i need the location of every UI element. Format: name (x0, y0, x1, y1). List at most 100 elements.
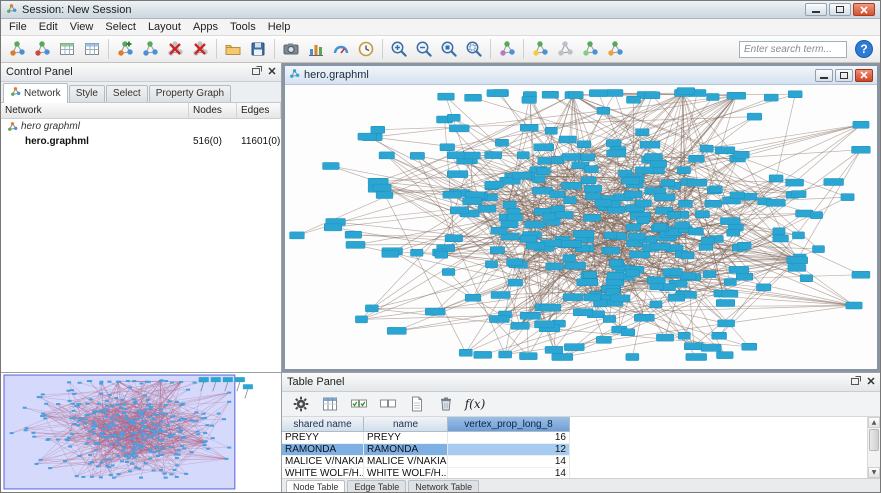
table-scrollbar[interactable]: ▲ ▼ (867, 417, 880, 478)
table-row-malice-v-nakia[interactable]: MALICE V/NAKIA MALICE V/NAKIA 14 (282, 456, 880, 468)
destroy-network-button[interactable] (163, 37, 187, 61)
zoom-fit-content-button[interactable] (462, 37, 486, 61)
network-window: hero.graphml (284, 65, 878, 370)
column-header-nodes[interactable]: Nodes (189, 103, 237, 118)
maximize-icon (836, 6, 844, 13)
table-row-ramonda[interactable]: RAMONDA RAMONDA 12 (282, 444, 880, 456)
tab-edge-table[interactable]: Edge Table (347, 480, 407, 492)
close-panel-button[interactable] (867, 376, 875, 388)
column-header-network[interactable]: Network (1, 103, 189, 118)
open-session-button[interactable] (221, 37, 245, 61)
nodes-count-cell: 516(0) (193, 136, 222, 147)
first-neighbors-button[interactable] (528, 37, 552, 61)
value-cell: 12 (448, 444, 570, 456)
tab-property-graph[interactable]: Property Graph (148, 85, 232, 102)
window-titlebar[interactable]: Session: New Session (1, 1, 880, 19)
destroy-view-button[interactable] (188, 37, 212, 61)
timer-button[interactable] (354, 37, 378, 61)
menu-layout[interactable]: Layout (142, 19, 187, 35)
float-panel-button[interactable] (851, 376, 861, 388)
table-options-button[interactable] (291, 394, 311, 414)
network-maximize-button[interactable] (835, 68, 853, 82)
help-icon: ? (860, 42, 868, 56)
import-network-from-file-button[interactable] (5, 37, 29, 61)
hide-selected-button[interactable] (553, 37, 577, 61)
menu-edit[interactable]: Edit (33, 19, 64, 35)
tab-network[interactable]: Network (3, 83, 68, 103)
table-row-white-wolf-h-[interactable]: WHITE WOLF/H.. WHITE WOLF/H.. 14 (282, 468, 880, 478)
menu-tools[interactable]: Tools (224, 19, 262, 35)
maximize-icon (840, 71, 848, 79)
zoom-in-button[interactable] (387, 37, 411, 61)
network-canvas[interactable] (285, 85, 877, 369)
column-header-name[interactable]: name (364, 417, 448, 432)
value-cell: 14 (448, 468, 570, 478)
new-empty-network-button[interactable] (113, 37, 137, 61)
tab-style[interactable]: Style (68, 85, 105, 102)
table-row-preyy[interactable]: PREYY PREYY 16 (282, 432, 880, 444)
table-panel-title: Table Panel (287, 376, 345, 388)
column-header-shared-name[interactable]: shared name (282, 417, 364, 432)
network-close-button[interactable] (855, 68, 873, 82)
delete-columns-button[interactable] (436, 394, 456, 414)
node-table-header: shared name name vertex_prop_long_8 (282, 417, 880, 432)
zoom-out-button[interactable] (412, 37, 436, 61)
clone-network-button[interactable] (138, 37, 162, 61)
minimize-button[interactable] (805, 3, 827, 16)
import-table-from-url-button[interactable] (80, 37, 104, 61)
menu-help[interactable]: Help (262, 19, 297, 35)
save-session-button[interactable] (246, 37, 270, 61)
gauge-button[interactable] (329, 37, 353, 61)
float-panel-button[interactable] (252, 66, 262, 78)
column-header-edges[interactable]: Edges (237, 103, 281, 118)
tab-network-table[interactable]: Network Table (408, 480, 480, 492)
apply-style-button[interactable] (495, 37, 519, 61)
minimize-icon (820, 76, 828, 79)
network-label: hero.graphml (25, 136, 89, 147)
birds-eye-view[interactable] (1, 373, 281, 492)
close-panel-button[interactable] (268, 66, 276, 78)
tab-select[interactable]: Select (105, 85, 148, 102)
network-graph (289, 87, 871, 361)
name-cell: RAMONDA (364, 444, 448, 456)
control-panel: Control Panel Network Style Select Property… (1, 63, 281, 373)
maximize-button[interactable] (829, 3, 851, 16)
menu-select[interactable]: Select (99, 19, 142, 35)
help-button[interactable]: ? (855, 40, 873, 58)
show-all-button[interactable] (578, 37, 602, 61)
network-window-titlebar[interactable]: hero.graphml (285, 66, 877, 85)
zoom-selected-button[interactable] (437, 37, 461, 61)
annotation-mode-button[interactable] (603, 37, 627, 61)
collection-icon (7, 121, 18, 132)
scroll-down-button[interactable]: ▼ (868, 467, 880, 478)
deselect-all-rows-button[interactable] (378, 394, 398, 414)
shared-name-cell: PREYY (282, 432, 364, 444)
import-network-from-url-button[interactable] (30, 37, 54, 61)
network-window-title: hero.graphml (304, 69, 369, 81)
network-snapshot-button[interactable] (279, 37, 303, 61)
menu-apps[interactable]: Apps (187, 19, 224, 35)
edges-count-cell: 11601(0) (241, 136, 281, 147)
scroll-up-button[interactable]: ▲ (868, 417, 880, 428)
scroll-thumb[interactable] (869, 429, 879, 451)
network-minimize-button[interactable] (815, 68, 833, 82)
create-column-button[interactable] (407, 394, 427, 414)
chart-button[interactable] (304, 37, 328, 61)
network-name-cell: hero.graphml (1, 134, 189, 149)
function-builder-button[interactable]: f(x) (465, 394, 486, 414)
select-all-rows-button[interactable] (349, 394, 369, 414)
tab-node-table[interactable]: Node Table (286, 480, 346, 492)
menu-view[interactable]: View (64, 19, 100, 35)
network-tree-row-hero-graphml[interactable]: hero graphml (1, 119, 281, 134)
import-table-from-file-button[interactable] (55, 37, 79, 61)
search-input[interactable] (739, 40, 847, 58)
menu-file[interactable]: File (3, 19, 33, 35)
table-panel-tabs: Node Table Edge Table Network Table (282, 478, 880, 492)
column-header-vertex-prop-long-8[interactable]: vertex_prop_long_8 (448, 417, 570, 432)
show-columns-button[interactable] (320, 394, 340, 414)
close-button[interactable] (853, 3, 875, 16)
network-tree-row-hero-graphml[interactable]: hero.graphml 516(0) 11601(0) (1, 134, 281, 149)
network-window-icon (289, 68, 300, 82)
network-name-cell: hero graphml (1, 119, 189, 134)
toolbar-separator (108, 39, 109, 59)
